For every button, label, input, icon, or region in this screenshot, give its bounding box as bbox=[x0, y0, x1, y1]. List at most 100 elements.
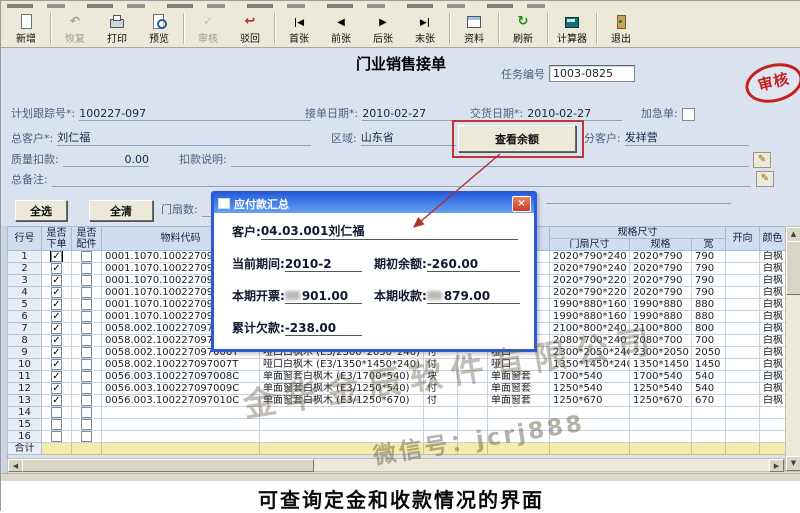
color-cell[interactable]: 白枫 bbox=[760, 323, 786, 335]
open-cell[interactable] bbox=[726, 347, 760, 359]
accessory-cell[interactable] bbox=[72, 287, 102, 299]
quality-deduct-input[interactable]: 0.00 bbox=[63, 153, 149, 167]
toolbar-button-new[interactable]: 新增 bbox=[5, 10, 47, 46]
code-cell[interactable]: 0056.003.100227097009C bbox=[102, 383, 260, 395]
code-cell[interactable] bbox=[102, 407, 260, 419]
leaf-cell[interactable]: 2020*790*220 bbox=[550, 287, 630, 299]
spec-cell[interactable]: 2020*790 bbox=[630, 251, 692, 263]
accessory-cell[interactable] bbox=[72, 347, 102, 359]
leaf-cell[interactable]: 2020*790*240 bbox=[550, 251, 630, 263]
blank-cell[interactable] bbox=[458, 395, 488, 407]
hscroll-thumb[interactable] bbox=[22, 459, 314, 472]
leaf-cell[interactable]: 2020*790*220 bbox=[550, 275, 630, 287]
accessory-cell[interactable] bbox=[72, 383, 102, 395]
width-cell[interactable]: 540 bbox=[692, 383, 726, 395]
color-cell[interactable]: 白枫 bbox=[760, 275, 786, 287]
spec-cell[interactable]: 2020*790 bbox=[630, 275, 692, 287]
open-cell[interactable] bbox=[726, 275, 760, 287]
ordered-checkbox[interactable]: ✓ bbox=[51, 275, 62, 286]
color-cell[interactable]: 白枫 bbox=[760, 383, 786, 395]
open-cell[interactable] bbox=[726, 371, 760, 383]
accessory-checkbox[interactable] bbox=[81, 275, 92, 286]
color-cell[interactable]: 白枫 bbox=[760, 299, 786, 311]
toolbar-button-refresh[interactable]: 刷新 bbox=[502, 10, 544, 46]
spec-cell[interactable]: 1250*540 bbox=[630, 383, 692, 395]
select-all-button[interactable]: 全选 bbox=[15, 200, 67, 221]
spec-cell[interactable]: 1700*540 bbox=[630, 371, 692, 383]
deduct-note-input[interactable] bbox=[231, 166, 749, 167]
ordered-cell[interactable]: ✓ bbox=[42, 335, 72, 347]
code-cell[interactable] bbox=[102, 431, 260, 443]
open-cell[interactable] bbox=[726, 359, 760, 371]
ordered-checkbox[interactable]: ✓ bbox=[51, 287, 62, 298]
deduct-note-edit-button[interactable]: ✎ bbox=[753, 152, 771, 168]
accessory-checkbox[interactable] bbox=[81, 407, 92, 418]
leaf-cell[interactable]: 1990*880*160 bbox=[550, 299, 630, 311]
sub-customer-input[interactable]: 发祥营 bbox=[625, 129, 749, 146]
accessory-cell[interactable] bbox=[72, 407, 102, 419]
dialog-titlebar[interactable]: 应付款汇总 bbox=[214, 194, 534, 213]
toolbar-button-last[interactable]: 末张 bbox=[404, 10, 446, 46]
code-cell[interactable]: 0058.002.100227097007T bbox=[102, 359, 260, 371]
toolbar-button-first[interactable]: 首张 bbox=[278, 10, 320, 46]
color-cell[interactable]: 白枫 bbox=[760, 251, 786, 263]
color-cell[interactable]: 白枫 bbox=[760, 263, 786, 275]
open-cell[interactable] bbox=[726, 311, 760, 323]
ordered-cell[interactable]: ✓ bbox=[42, 395, 72, 407]
spec-cell[interactable]: 1990*880 bbox=[630, 299, 692, 311]
open-cell[interactable] bbox=[726, 407, 760, 419]
toolbar-button-preview[interactable]: 预览 bbox=[138, 10, 180, 46]
accessory-cell[interactable] bbox=[72, 323, 102, 335]
region-input[interactable]: 山东省 bbox=[361, 129, 456, 146]
order-date-input[interactable]: 2010-02-27 bbox=[362, 107, 457, 121]
customer-input[interactable]: 刘仁福 bbox=[57, 129, 311, 146]
toolbar-button-next[interactable]: 后张 bbox=[362, 10, 404, 46]
ordered-checkbox[interactable]: ✓ bbox=[51, 395, 62, 406]
ordered-cell[interactable]: ✓ bbox=[42, 299, 72, 311]
open-cell[interactable] bbox=[726, 323, 760, 335]
color-cell[interactable]: 白枫 bbox=[760, 311, 786, 323]
open-cell[interactable] bbox=[726, 287, 760, 299]
width-cell[interactable]: 790 bbox=[692, 263, 726, 275]
color-cell[interactable]: 白枫 bbox=[760, 395, 786, 407]
width-cell[interactable]: 1450 bbox=[692, 359, 726, 371]
accessory-checkbox[interactable] bbox=[81, 383, 92, 394]
accessory-checkbox[interactable] bbox=[81, 359, 92, 370]
width-cell[interactable]: 880 bbox=[692, 311, 726, 323]
accessory-checkbox[interactable] bbox=[81, 299, 92, 310]
accessory-checkbox[interactable] bbox=[81, 347, 92, 358]
leaf-cell[interactable]: 1250*540 bbox=[550, 383, 630, 395]
accessory-checkbox[interactable] bbox=[81, 335, 92, 346]
ordered-cell[interactable]: ✓ bbox=[42, 359, 72, 371]
spec-cell[interactable]: 2020*790 bbox=[630, 263, 692, 275]
urgent-checkbox[interactable] bbox=[682, 108, 695, 121]
width-cell[interactable]: 2050 bbox=[692, 347, 726, 359]
accessory-cell[interactable] bbox=[72, 419, 102, 431]
accessory-checkbox[interactable] bbox=[81, 251, 92, 262]
ordered-cell[interactable]: ✓ bbox=[42, 347, 72, 359]
ordered-cell[interactable]: ✓ bbox=[42, 251, 72, 263]
accessory-checkbox[interactable] bbox=[81, 287, 92, 298]
code-cell[interactable] bbox=[102, 419, 260, 431]
width-cell[interactable]: 790 bbox=[692, 287, 726, 299]
code-cell[interactable]: 0056.003.100227097008C bbox=[102, 371, 260, 383]
scroll-left-arrow[interactable]: ◀ bbox=[8, 459, 23, 472]
spec-cell[interactable]: 2020*790 bbox=[630, 287, 692, 299]
ordered-cell[interactable]: ✓ bbox=[42, 383, 72, 395]
accessory-checkbox[interactable] bbox=[81, 323, 92, 334]
ordered-cell[interactable]: ✓ bbox=[42, 275, 72, 287]
remark-edit-button[interactable]: ✎ bbox=[756, 171, 774, 187]
accessory-cell[interactable] bbox=[72, 371, 102, 383]
ordered-checkbox[interactable]: ✓ bbox=[51, 263, 62, 274]
open-cell[interactable] bbox=[726, 419, 760, 431]
width-cell[interactable]: 800 bbox=[692, 323, 726, 335]
accessory-cell[interactable] bbox=[72, 431, 102, 443]
width-cell[interactable]: 540 bbox=[692, 371, 726, 383]
width-cell[interactable] bbox=[692, 431, 726, 443]
scroll-up-arrow[interactable]: ▲ bbox=[786, 227, 800, 242]
vertical-scrollbar[interactable]: ▲ ▼ bbox=[785, 226, 800, 472]
color-cell[interactable]: 白枫 bbox=[760, 347, 786, 359]
width-cell[interactable]: 790 bbox=[692, 275, 726, 287]
ordered-checkbox[interactable]: ✓ bbox=[51, 299, 62, 310]
spec-cell[interactable] bbox=[630, 419, 692, 431]
